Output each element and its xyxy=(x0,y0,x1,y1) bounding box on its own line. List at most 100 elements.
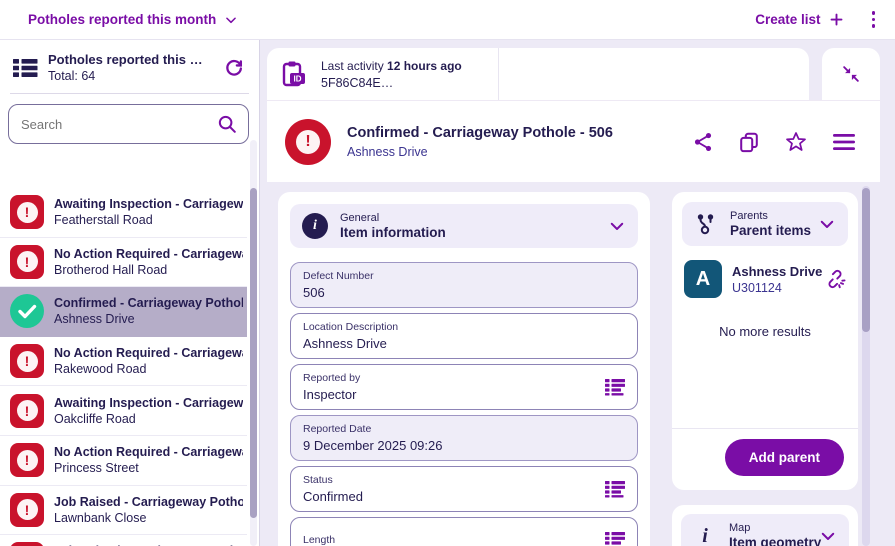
field-location-description[interactable]: Location Description Ashness Drive xyxy=(290,313,638,359)
unlink-icon xyxy=(824,268,846,290)
alert-icon: ! xyxy=(10,394,44,428)
top-bar: Potholes reported this month Create list xyxy=(0,0,895,40)
list-item-subtitle: Princess Street xyxy=(54,461,243,475)
list-item[interactable]: !Awaiting Inspection - Carriagew…Feather… xyxy=(0,188,247,238)
hamburger-menu-icon[interactable] xyxy=(832,132,856,152)
alert-icon: ! xyxy=(10,493,44,527)
list-item[interactable]: ! No Action Required - Carriagewa… Rakewoo… xyxy=(0,337,247,387)
list-item[interactable]: ! Awaiting Inspection - Carriagew… Oakclif… xyxy=(0,386,247,436)
divider xyxy=(498,48,499,100)
list-item-subtitle: Ashness Drive xyxy=(54,312,243,326)
field-value: 9 December 2025 09:26 xyxy=(303,438,625,453)
field-label: Location Description xyxy=(303,321,625,333)
map-panel: i Map Item geometry xyxy=(672,505,858,546)
svg-text:ID: ID xyxy=(294,75,302,84)
alert-icon: ! xyxy=(10,443,44,477)
road-class-icon: A xyxy=(684,260,722,298)
field-reported-by[interactable]: Reported by Inspector xyxy=(290,364,638,410)
field-label: Reported by xyxy=(303,372,597,384)
alert-icon: ! xyxy=(10,542,44,546)
field-value: Inspector xyxy=(303,387,597,402)
sidebar-list-title: Potholes reported this … xyxy=(48,52,211,67)
check-circle-icon xyxy=(10,294,44,328)
section-title: Item geometry xyxy=(729,535,807,546)
sidebar-list: !Awaiting Inspection - Carriagew…Feather… xyxy=(0,188,247,546)
info-icon: i xyxy=(693,525,717,546)
create-list-label: Create list xyxy=(755,12,820,27)
list-item[interactable]: !Job Raised - Carriageway Potho…Newhey R… xyxy=(0,535,247,546)
parents-panel: Parents Parent items A Ashness Drive U30… xyxy=(672,192,858,490)
list-item-title: No Action Required - Carriagewa… xyxy=(54,247,243,261)
content-scrollbar[interactable] xyxy=(862,186,870,546)
plus-icon xyxy=(829,12,844,27)
add-parent-button[interactable]: Add parent xyxy=(725,439,844,476)
share-icon[interactable] xyxy=(692,131,714,153)
chevron-down-icon xyxy=(818,215,836,233)
list-icon xyxy=(12,56,38,80)
sidebar-total-count: Total: 64 xyxy=(48,69,211,83)
sidebar-scrollbar[interactable] xyxy=(250,140,257,546)
copy-icon[interactable] xyxy=(738,131,760,153)
section-label: General xyxy=(340,212,596,224)
last-activity-value: 12 hours ago xyxy=(387,59,462,73)
section-title: Parent items xyxy=(730,223,806,238)
parents-section-header[interactable]: Parents Parent items xyxy=(682,202,848,246)
lookup-list-icon[interactable] xyxy=(605,481,625,498)
list-item[interactable]: ! No Action Required - Carriagewa… Brother… xyxy=(0,238,247,288)
general-fields: Defect Number506 Location Description Ashn… xyxy=(290,262,638,546)
section-title: Item information xyxy=(340,225,596,240)
list-item[interactable]: !No Action Required - Carriagewa…Princes… xyxy=(0,436,247,486)
list-item-subtitle: Oakcliffe Road xyxy=(54,412,243,426)
record-title: Confirmed - Carriageway Pothole - 506 xyxy=(347,125,613,141)
refresh-button[interactable] xyxy=(221,55,247,81)
divider xyxy=(10,93,249,94)
field-length[interactable]: Length xyxy=(290,517,638,546)
field-defect-number[interactable]: Defect Number506 xyxy=(290,262,638,308)
field-label: Length xyxy=(303,534,597,546)
parent-item-row[interactable]: A Ashness Drive U301124 xyxy=(682,260,848,298)
list-item[interactable]: !Job Raised - Carriageway Potho…Lawnbank… xyxy=(0,486,247,536)
alert-status-icon: ! xyxy=(285,119,331,165)
last-activity: Last activity 12 hours ago xyxy=(321,59,462,73)
list-item[interactable]: Confirmed - Carriageway Pothol… Ashness D… xyxy=(0,287,247,337)
sidebar-scrollbar-thumb[interactable] xyxy=(250,188,257,518)
general-panel: i General Item information Defect Number… xyxy=(278,192,650,546)
alert-icon: ! xyxy=(10,245,44,279)
create-list-button[interactable]: Create list xyxy=(755,12,843,27)
list-selector-label: Potholes reported this month xyxy=(28,12,216,27)
section-label: Map xyxy=(729,522,807,534)
no-more-results-text: No more results xyxy=(682,324,848,339)
list-item-subtitle: Brotherod Hall Road xyxy=(54,263,243,277)
collapse-panel-button[interactable] xyxy=(822,48,880,100)
field-label: Reported Date xyxy=(303,423,625,435)
favorite-star-icon[interactable] xyxy=(784,130,808,154)
search-box xyxy=(8,104,249,144)
list-selector-dropdown[interactable]: Potholes reported this month xyxy=(28,12,238,27)
kebab-menu-icon[interactable] xyxy=(866,7,882,32)
field-value: Confirmed xyxy=(303,489,597,504)
list-item-title: Awaiting Inspection - Carriagew… xyxy=(54,197,243,211)
alert-icon: ! xyxy=(10,344,44,378)
search-icon[interactable] xyxy=(216,113,238,135)
lookup-list-icon[interactable] xyxy=(605,532,625,546)
unlink-parent-button[interactable] xyxy=(824,268,846,290)
list-item-title: Confirmed - Carriageway Pothol… xyxy=(54,296,243,310)
content-scrollbar-thumb[interactable] xyxy=(862,188,870,332)
collapse-icon xyxy=(840,63,862,85)
info-icon: i xyxy=(302,213,328,239)
chevron-down-icon xyxy=(819,527,837,545)
list-item-title: Awaiting Inspection - Carriagew… xyxy=(54,396,243,410)
parents-icon xyxy=(694,212,718,236)
lookup-list-icon[interactable] xyxy=(605,379,625,396)
general-section-header[interactable]: i General Item information xyxy=(290,204,638,248)
field-value: Ashness Drive xyxy=(303,336,625,351)
field-reported-date[interactable]: Reported Date 9 December 2025 09:26 xyxy=(290,415,638,461)
alert-icon: ! xyxy=(10,195,44,229)
field-status[interactable]: StatusConfirmed xyxy=(290,466,638,512)
sidebar-header: Potholes reported this … Total: 64 xyxy=(0,40,259,93)
search-input[interactable] xyxy=(21,117,216,132)
list-item-title: No Action Required - Carriagewa… xyxy=(54,346,243,360)
record-toolbar: ID Last activity 12 hours ago 5F86C84E… xyxy=(267,48,809,100)
map-section-header[interactable]: i Map Item geometry xyxy=(681,514,849,546)
list-item-subtitle: Rakewood Road xyxy=(54,362,243,376)
